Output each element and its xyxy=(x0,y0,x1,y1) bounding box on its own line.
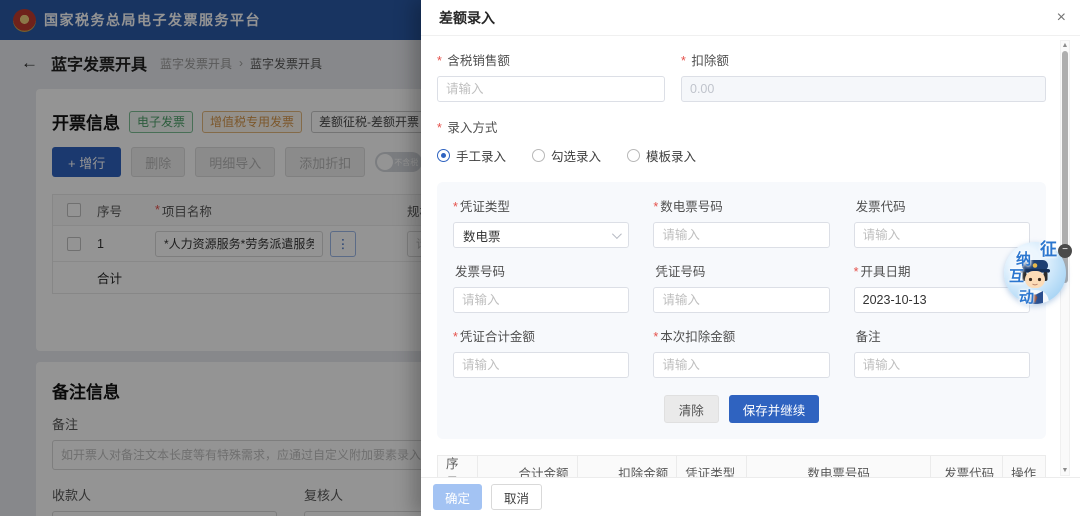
required-asterisk: * xyxy=(453,200,458,214)
required-asterisk: * xyxy=(681,54,686,68)
voucher-form-card: *凭证类型 数电票 *数电票号码 发票代码 发票号码 xyxy=(437,182,1046,439)
deduction-amount-input xyxy=(681,76,1046,102)
current-deduction-input[interactable] xyxy=(653,352,829,378)
voucher-table-header: 序号 合计金额 扣除金额 凭证类型 数电票号码 发票代码 操作 xyxy=(438,456,1045,477)
voucher-list-table: 序号 合计金额 扣除金额 凭证类型 数电票号码 发票代码 操作 xyxy=(437,455,1046,477)
assistant-char-hu: 互 xyxy=(1009,265,1024,286)
voucher-number-input[interactable] xyxy=(653,287,829,313)
invoice-number-label: 发票号码 xyxy=(455,265,505,279)
voucher-total-amount-input[interactable] xyxy=(453,352,629,378)
assistant-char-zheng: 征 xyxy=(1040,235,1057,260)
modal-body: * 含税销售额 * 扣除额 * 录入方式 手工录入 xyxy=(421,36,1060,477)
digital-invoice-no-label: 数电票号码 xyxy=(660,200,723,214)
issue-date-label: 开具日期 xyxy=(861,265,911,279)
radio-label: 勾选录入 xyxy=(551,146,601,165)
required-asterisk: * xyxy=(437,54,442,68)
voucher-total-amount-label: 凭证合计金额 xyxy=(460,330,535,344)
col-invoice-code: 发票代码 xyxy=(931,456,1003,477)
required-asterisk: * xyxy=(653,200,658,214)
sales-amount-label: 含税销售额 xyxy=(447,54,510,68)
note-input[interactable] xyxy=(854,352,1030,378)
required-asterisk: * xyxy=(854,265,859,279)
modal-title: 差额录入 xyxy=(439,8,495,28)
confirm-button[interactable]: 确定 xyxy=(433,484,482,510)
required-asterisk: * xyxy=(453,330,458,344)
radio-check-entry[interactable]: 勾选录入 xyxy=(532,146,601,165)
scroll-up-icon[interactable]: ▲ xyxy=(1061,42,1069,49)
invoice-code-label: 发票代码 xyxy=(856,200,906,214)
chevron-down-icon xyxy=(612,229,622,239)
note-label: 备注 xyxy=(856,330,881,344)
modal-backdrop[interactable] xyxy=(0,0,421,516)
difference-entry-modal: 差额录入 × * 含税销售额 * 扣除额 * 录入方式 xyxy=(421,0,1080,516)
voucher-type-value: 数电票 xyxy=(463,226,501,245)
assistant-collapse-button[interactable]: − xyxy=(1058,244,1072,258)
col-digital-invoice-no: 数电票号码 xyxy=(747,456,931,477)
required-asterisk: * xyxy=(437,121,442,135)
clear-button[interactable]: 清除 xyxy=(664,395,719,423)
cancel-button[interactable]: 取消 xyxy=(491,484,542,510)
col-voucher-type: 凭证类型 xyxy=(677,456,747,477)
entry-mode-label: 录入方式 xyxy=(447,121,497,135)
digital-invoice-no-input[interactable] xyxy=(653,222,829,248)
required-asterisk: * xyxy=(653,330,658,344)
radio-icon xyxy=(532,149,545,162)
modal-header: 差额录入 × xyxy=(421,0,1080,36)
radio-label: 模板录入 xyxy=(646,146,696,165)
voucher-type-select[interactable]: 数电票 xyxy=(453,222,629,248)
radio-manual-entry[interactable]: 手工录入 xyxy=(437,146,506,165)
radio-icon xyxy=(627,149,640,162)
save-and-continue-button[interactable]: 保存并继续 xyxy=(729,395,820,423)
radio-label: 手工录入 xyxy=(456,146,506,165)
voucher-type-label: 凭证类型 xyxy=(460,200,510,214)
scroll-down-icon[interactable]: ▼ xyxy=(1061,467,1069,474)
radio-icon xyxy=(437,149,450,162)
voucher-number-label: 凭证号码 xyxy=(655,265,705,279)
col-deduction-amount: 扣除金额 xyxy=(578,456,678,477)
close-icon[interactable]: × xyxy=(1057,10,1066,26)
radio-template-entry[interactable]: 模板录入 xyxy=(627,146,696,165)
col-total-amount: 合计金额 xyxy=(478,456,578,477)
deduction-amount-label: 扣除额 xyxy=(691,54,729,68)
modal-footer: 确定 取消 xyxy=(421,477,1080,516)
sales-amount-input[interactable] xyxy=(437,76,665,102)
entry-mode-group: * 录入方式 手工录入 勾选录入 模板录入 xyxy=(437,117,1046,165)
col-actions: 操作 xyxy=(1003,456,1045,477)
assistant-char-dong: 动 xyxy=(1019,286,1034,307)
current-deduction-label: 本次扣除金额 xyxy=(660,330,735,344)
col-index: 序号 xyxy=(438,456,478,477)
invoice-number-input[interactable] xyxy=(453,287,629,313)
